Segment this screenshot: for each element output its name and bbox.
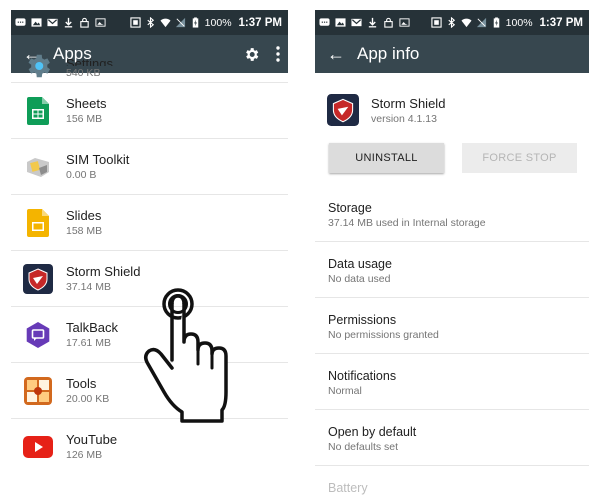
section-summary: 37.14 MB used in Internal storage bbox=[328, 217, 486, 229]
nfc-icon bbox=[431, 17, 442, 28]
section-title: Open by default bbox=[328, 425, 417, 439]
app-size: 17.61 MB bbox=[66, 336, 111, 349]
download-icon bbox=[368, 17, 377, 28]
bluetooth-icon bbox=[147, 17, 154, 28]
app-list: Settings 540 KB Sheets 156 MB SIM Toolki… bbox=[11, 54, 288, 498]
app-size: 540 KB bbox=[66, 67, 101, 79]
app-size: 156 MB bbox=[66, 112, 103, 125]
app-size: 158 MB bbox=[66, 224, 103, 237]
storm-shield-icon bbox=[327, 94, 359, 126]
clock: 1:37 PM bbox=[539, 16, 583, 29]
photo-icon bbox=[95, 18, 106, 27]
app-name: TalkBack bbox=[66, 319, 119, 335]
apps-screen: 100% 1:37 PM ← Apps Settings 540 KB Shee… bbox=[11, 10, 288, 498]
open-by-default-row[interactable]: Open by default No defaults set bbox=[315, 410, 589, 466]
app-bar: ← App info bbox=[315, 35, 589, 73]
back-arrow-icon[interactable]: ← bbox=[327, 44, 357, 65]
sim-toolkit-icon bbox=[22, 151, 54, 183]
list-item-sheets[interactable]: Sheets 156 MB bbox=[11, 83, 288, 139]
section-title: Permissions bbox=[328, 313, 397, 327]
app-header: Storm Shield version 4.1.13 bbox=[315, 90, 589, 130]
app-size: 37.14 MB bbox=[66, 280, 111, 293]
wifi-icon bbox=[461, 18, 472, 28]
notification-icons bbox=[15, 17, 106, 28]
battery-row[interactable]: Battery bbox=[315, 466, 589, 498]
app-name: Tools bbox=[66, 375, 97, 391]
nfc-icon bbox=[130, 17, 141, 28]
battery-icon bbox=[493, 17, 499, 28]
system-icons: 100% 1:37 PM bbox=[431, 17, 583, 29]
photo-icon bbox=[399, 18, 410, 27]
list-item-slides[interactable]: Slides 158 MB bbox=[11, 195, 288, 251]
storage-row[interactable]: Storage 37.14 MB used in Internal storag… bbox=[315, 186, 589, 242]
section-summary: No permissions granted bbox=[328, 329, 439, 341]
uninstall-button[interactable]: UNINSTALL bbox=[329, 143, 444, 173]
notification-icons bbox=[319, 17, 410, 28]
app-name: Storm Shield bbox=[371, 95, 446, 111]
gmail-notification-icon bbox=[47, 18, 58, 27]
app-size: 0.00 B bbox=[66, 168, 97, 181]
lock-icon bbox=[80, 17, 89, 28]
section-summary: No defaults set bbox=[328, 441, 399, 453]
app-version: version 4.1.13 bbox=[371, 112, 437, 125]
section-title: Data usage bbox=[328, 257, 392, 271]
section-summary: No data used bbox=[328, 273, 391, 285]
storm-shield-icon bbox=[22, 263, 54, 295]
bluetooth-icon bbox=[448, 17, 455, 28]
tools-icon bbox=[22, 375, 54, 407]
section-title: Storage bbox=[328, 201, 372, 215]
sheets-icon bbox=[22, 95, 54, 127]
app-name: Storm Shield bbox=[66, 263, 141, 279]
section-summary: Normal bbox=[328, 385, 362, 397]
no-signal-icon bbox=[175, 17, 185, 28]
app-name: Sheets bbox=[66, 95, 107, 111]
chat-notification-icon bbox=[319, 18, 330, 26]
section-title: Notifications bbox=[328, 369, 397, 383]
permissions-row[interactable]: Permissions No permissions granted bbox=[315, 298, 589, 354]
status-bar: 100% 1:37 PM bbox=[315, 10, 589, 35]
youtube-icon bbox=[22, 431, 54, 463]
slides-icon bbox=[22, 207, 54, 239]
app-name: Slides bbox=[66, 207, 102, 223]
talkback-icon bbox=[22, 319, 54, 351]
notifications-row[interactable]: Notifications Normal bbox=[315, 354, 589, 410]
system-icons: 100% 1:37 PM bbox=[130, 17, 282, 29]
tap-hand-icon bbox=[144, 288, 228, 423]
list-item-sim-toolkit[interactable]: SIM Toolkit 0.00 B bbox=[11, 139, 288, 195]
no-signal-icon bbox=[476, 17, 486, 28]
list-item-youtube[interactable]: YouTube 126 MB bbox=[11, 419, 288, 475]
page-title: App info bbox=[357, 44, 420, 63]
data-usage-row[interactable]: Data usage No data used bbox=[315, 242, 589, 298]
battery-percent: 100% bbox=[204, 16, 232, 29]
image-notification-icon bbox=[335, 18, 346, 27]
wifi-icon bbox=[160, 18, 171, 28]
app-size: 20.00 KB bbox=[66, 392, 110, 405]
image-notification-icon bbox=[31, 18, 42, 27]
section-title: Battery bbox=[328, 481, 368, 495]
app-name: Settings bbox=[66, 58, 113, 66]
clock: 1:37 PM bbox=[238, 16, 282, 29]
force-stop-button[interactable]: FORCE STOP bbox=[462, 143, 577, 173]
app-size: 126 MB bbox=[66, 449, 103, 461]
battery-icon bbox=[192, 17, 198, 28]
app-info-screen: 100% 1:37 PM ← App info Storm Shield ver… bbox=[315, 10, 589, 498]
settings-gear-icon bbox=[22, 52, 54, 80]
app-name: YouTube bbox=[66, 432, 118, 447]
status-bar: 100% 1:37 PM bbox=[11, 10, 288, 35]
download-icon bbox=[64, 17, 73, 28]
list-item-settings[interactable]: Settings 540 KB bbox=[11, 49, 288, 83]
gmail-notification-icon bbox=[351, 18, 362, 27]
lock-icon bbox=[384, 17, 393, 28]
chat-notification-icon bbox=[15, 18, 26, 26]
battery-percent: 100% bbox=[505, 16, 533, 29]
app-name: SIM Toolkit bbox=[66, 151, 130, 167]
